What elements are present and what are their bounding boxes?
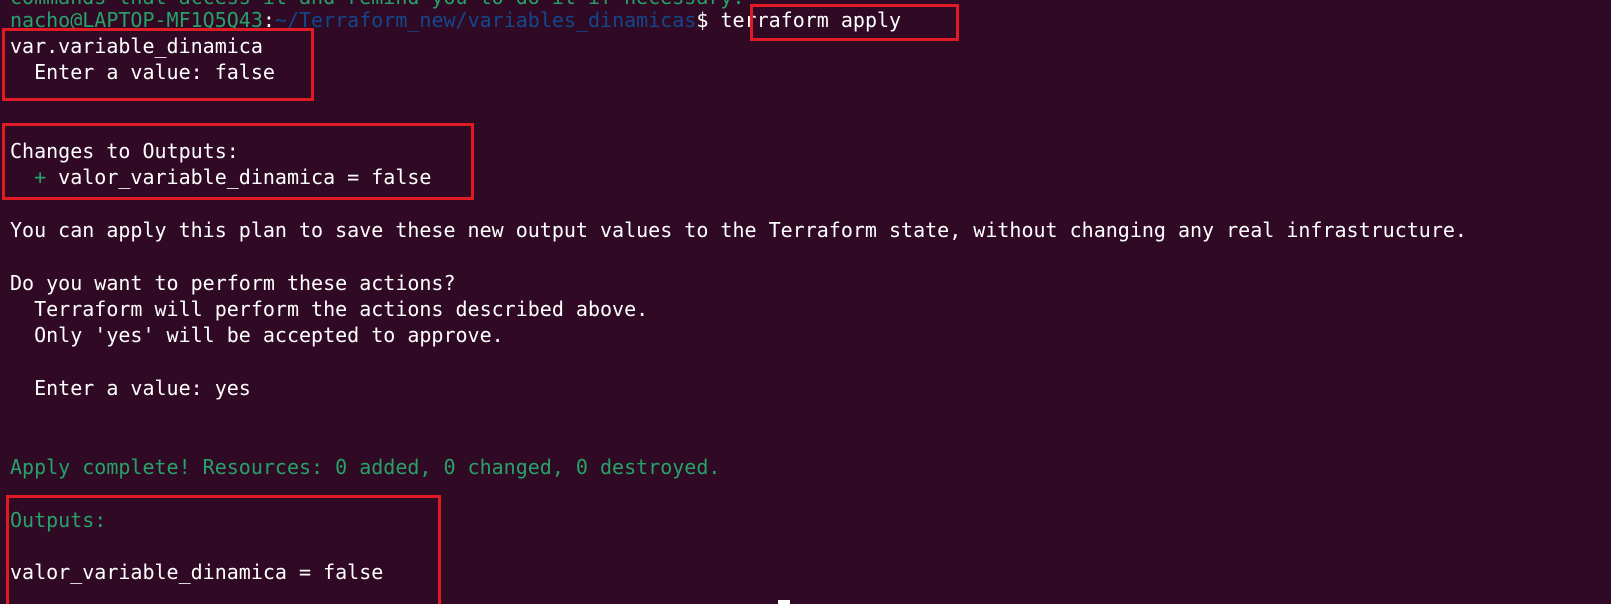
text-cursor xyxy=(778,600,790,604)
command-highlight-box xyxy=(750,4,959,41)
apply-complete-message: Apply complete! Resources: 0 added, 0 ch… xyxy=(10,455,721,479)
prompt-path: ~/Terraform_new/variables_dinamicas xyxy=(274,8,697,32)
changes-highlight-box xyxy=(2,123,474,200)
prompt-symbol: $ xyxy=(696,8,721,32)
terminal-window[interactable]: commands that access it and remind you t… xyxy=(0,0,1611,604)
outputs-highlight-box xyxy=(6,495,441,604)
confirm-line-2: Only 'yes' will be accepted to approve. xyxy=(10,323,504,347)
confirm-question: Do you want to perform these actions? xyxy=(10,271,456,295)
apply-info: You can apply this plan to save these ne… xyxy=(10,218,1467,242)
confirm-prompt: Enter a value: yes xyxy=(10,376,251,400)
confirm-line-1: Terraform will perform the actions descr… xyxy=(10,297,649,321)
variable-highlight-box xyxy=(2,28,314,101)
